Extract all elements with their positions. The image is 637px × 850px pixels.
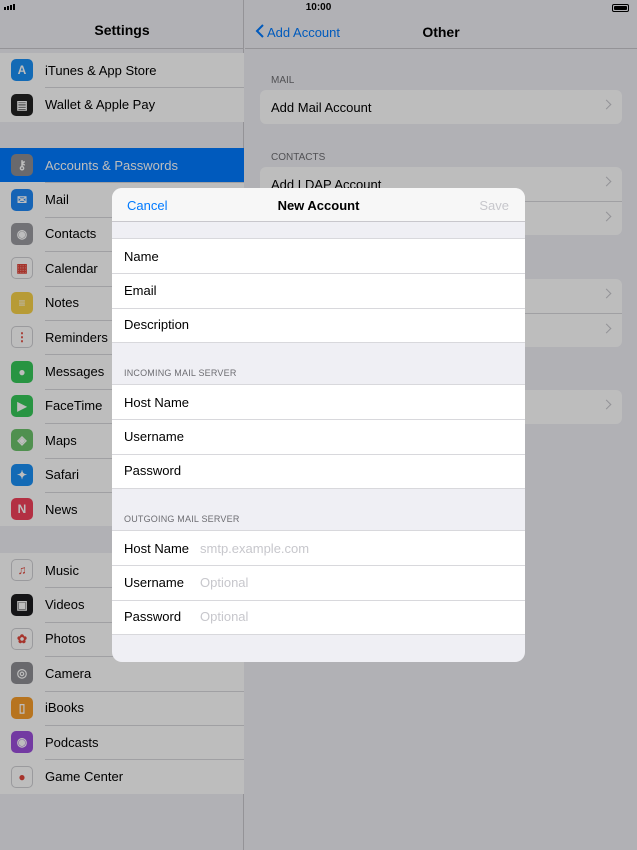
new-account-sheet: Cancel New Account Save Name Email Descrip… xyxy=(112,188,525,662)
incoming-server-group: Host Name Username Password xyxy=(112,384,525,489)
outgoing-username-input[interactable]: Optional xyxy=(200,575,248,590)
incoming-username-field[interactable]: Username xyxy=(112,419,525,453)
incoming-password-field[interactable]: Password xyxy=(112,453,525,488)
outgoing-host-name-label: Host Name xyxy=(124,540,190,556)
save-button[interactable]: Save xyxy=(479,198,509,213)
incoming-username-label: Username xyxy=(124,428,184,444)
outgoing-server-group: Host Name smtp.example.com Username Optiona… xyxy=(112,530,525,635)
outgoing-password-input[interactable]: Optional xyxy=(200,609,248,624)
sheet-title: New Account xyxy=(277,198,360,213)
outgoing-host-name-input[interactable]: smtp.example.com xyxy=(200,541,309,556)
incoming-host-name-field[interactable]: Host Name xyxy=(112,385,525,419)
account-name-label: Name xyxy=(124,248,159,264)
account-info-group: Name Email Description xyxy=(112,238,525,343)
sheet-header: Cancel New Account Save xyxy=(112,188,525,222)
outgoing-password-field[interactable]: Password Optional xyxy=(112,599,525,634)
outgoing-password-label: Password xyxy=(124,609,182,625)
outgoing-username-label: Username xyxy=(124,574,184,590)
account-email-label: Email xyxy=(124,282,157,298)
account-description-label: Description xyxy=(124,317,190,333)
incoming-host-name-label: Host Name xyxy=(124,394,190,410)
account-name-field[interactable]: Name xyxy=(112,239,525,273)
outgoing-host-name-field[interactable]: Host Name smtp.example.com xyxy=(112,531,525,565)
outgoing-server-header: OUTGOING MAIL SERVER xyxy=(124,514,240,524)
account-description-field[interactable]: Description xyxy=(112,307,525,342)
incoming-password-label: Password xyxy=(124,463,182,479)
outgoing-username-field[interactable]: Username Optional xyxy=(112,565,525,599)
incoming-server-header: INCOMING MAIL SERVER xyxy=(124,368,237,378)
account-email-field[interactable]: Email xyxy=(112,273,525,307)
